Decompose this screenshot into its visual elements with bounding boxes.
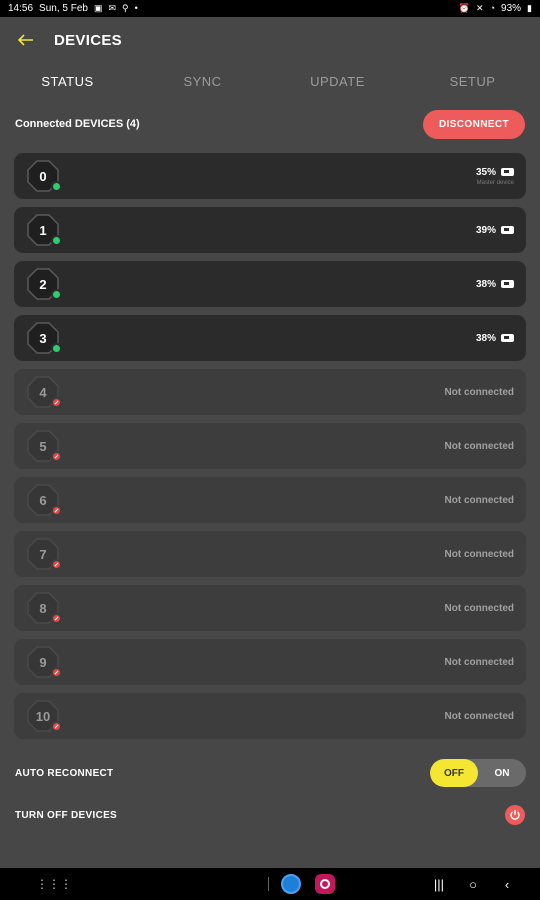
back-arrow-icon (18, 34, 33, 46)
device-status: Not connected (444, 548, 514, 560)
device-badge: 6 (26, 483, 62, 517)
battery-icon (501, 334, 514, 342)
tab-status[interactable]: STATUS (0, 64, 135, 98)
device-badge: 3 (26, 321, 62, 355)
device-card-9[interactable]: 9 Not connected (14, 639, 526, 685)
turn-off-devices-label: TURN OFF DEVICES (15, 809, 118, 821)
device-badge: 1 (26, 213, 62, 247)
device-status: Not connected (444, 710, 514, 722)
device-badge: 7 (26, 537, 62, 571)
disconnected-status-icon (51, 559, 62, 570)
wifi-icon: ◔ (489, 3, 496, 13)
dot-icon: • (134, 3, 138, 13)
battery-level: 35% (475, 166, 496, 178)
device-status: Not connected (444, 386, 514, 398)
status-time: 14:56 (8, 3, 34, 14)
device-card-1[interactable]: 1 39% (14, 207, 526, 253)
device-card-0[interactable]: 0 35% Master device (14, 153, 526, 199)
device-badge: 4 (26, 375, 62, 409)
device-card-6[interactable]: 6 Not connected (14, 477, 526, 523)
device-sub-label: Master device (476, 179, 514, 186)
battery-icon (501, 226, 514, 234)
device-card-7[interactable]: 7 Not connected (14, 531, 526, 577)
device-badge: 10 (26, 699, 62, 733)
disconnected-status-icon (51, 667, 62, 678)
battery-icon (501, 280, 514, 288)
battery-level: 38% (475, 278, 496, 290)
disconnected-status-icon (51, 451, 62, 462)
battery-icon (501, 168, 514, 176)
app-drawer-icon[interactable]: ⋮⋮⋮ (36, 877, 72, 891)
turn-off-devices-row: TURN OFF DEVICES (15, 800, 526, 830)
home-icon[interactable]: ○ (466, 877, 480, 892)
device-badge: 5 (26, 429, 62, 463)
nav-divider (268, 877, 269, 891)
power-button[interactable] (505, 805, 525, 825)
battery-level: 39% (475, 224, 496, 236)
device-status: Not connected (444, 602, 514, 614)
browser-app-icon[interactable] (281, 874, 301, 894)
auto-reconnect-row: AUTO RECONNECT OFF ON (15, 758, 526, 788)
connected-header: Connected DEVICES (4) DISCONNECT (15, 108, 525, 140)
page-title: DEVICES (54, 31, 122, 49)
device-list: 0 35% Master device 1 39% 2 38% 3 38% 4 … (14, 153, 526, 747)
battery-level: 38% (475, 332, 496, 344)
device-card-2[interactable]: 2 38% (14, 261, 526, 307)
device-card-10[interactable]: 10 Not connected (14, 693, 526, 739)
back-nav-icon[interactable]: ‹ (500, 877, 514, 892)
device-badge: 2 (26, 267, 62, 301)
connected-status-icon (51, 289, 62, 300)
device-badge: 8 (26, 591, 62, 625)
auto-reconnect-label: AUTO RECONNECT (15, 767, 114, 779)
device-badge: 9 (26, 645, 62, 679)
status-date: Sun, 5 Feb (39, 3, 88, 14)
toggle-off-option[interactable]: OFF (430, 759, 478, 787)
tab-update[interactable]: UPDATE (270, 64, 405, 98)
connected-status-icon (51, 235, 62, 246)
back-button[interactable] (6, 20, 46, 60)
app-header: DEVICES (0, 17, 540, 63)
device-card-3[interactable]: 3 38% (14, 315, 526, 361)
mail-icon: ✉ (108, 3, 117, 13)
tab-bar: STATUS SYNC UPDATE SETUP (0, 64, 540, 98)
disconnected-status-icon (51, 505, 62, 516)
battery-status-icon: ▮ (527, 3, 532, 13)
power-icon (510, 810, 520, 820)
toggle-on-option[interactable]: ON (478, 759, 526, 787)
device-card-8[interactable]: 8 Not connected (14, 585, 526, 631)
auto-reconnect-toggle[interactable]: OFF ON (430, 759, 526, 787)
disconnect-button[interactable]: DISCONNECT (423, 109, 525, 139)
device-status: Not connected (444, 440, 514, 452)
alarm-icon: ⏰ (458, 3, 471, 13)
camera-app-icon[interactable] (315, 874, 335, 894)
battery-percent: 93% (501, 3, 522, 14)
disconnected-status-icon (51, 613, 62, 624)
connected-devices-label: Connected DEVICES (4) (15, 118, 140, 130)
system-nav-bar: ⋮⋮⋮ ||| ○ ‹ (0, 868, 540, 900)
disconnected-status-icon (51, 397, 62, 408)
recents-icon[interactable]: ||| (432, 877, 446, 892)
connected-status-icon (51, 343, 62, 354)
connected-status-icon (51, 181, 62, 192)
tab-setup[interactable]: SETUP (405, 64, 540, 98)
disconnected-status-icon (51, 721, 62, 732)
usb-icon: ⚲ (122, 3, 129, 13)
device-status: Not connected (444, 656, 514, 668)
device-status: Not connected (444, 494, 514, 506)
device-card-5[interactable]: 5 Not connected (14, 423, 526, 469)
device-badge: 0 (26, 159, 62, 193)
mute-icon: ✕ (476, 3, 484, 13)
tab-sync[interactable]: SYNC (135, 64, 270, 98)
system-status-bar: 14:56 Sun, 5 Feb ▣ ✉ ⚲ • ⏰ ✕ ◔ 93% ▮ (0, 0, 540, 17)
gallery-icon: ▣ (93, 3, 103, 13)
device-card-4[interactable]: 4 Not connected (14, 369, 526, 415)
